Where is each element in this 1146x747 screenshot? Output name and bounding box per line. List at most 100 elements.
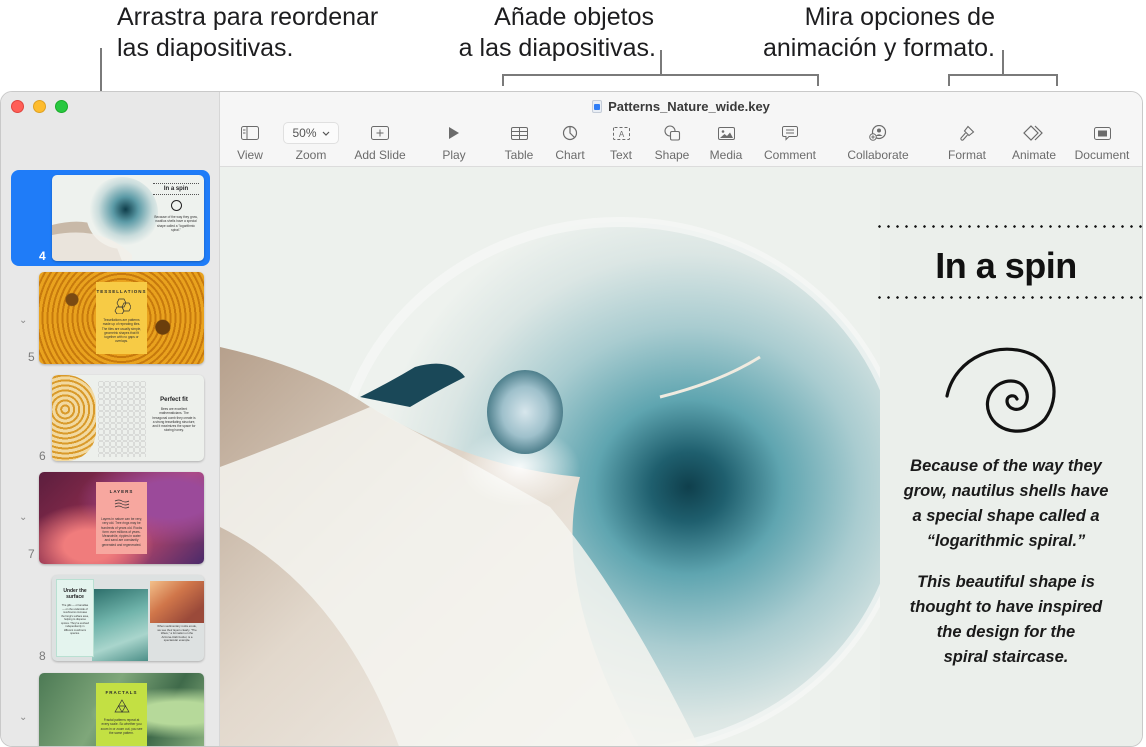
slide-thumbnail-8[interactable]: Under the surface The gills — or lamella… [52, 575, 204, 661]
wave-lines-icon [114, 499, 129, 509]
comment-button[interactable]: Comment [755, 122, 825, 162]
callout-bracket [948, 74, 1058, 76]
body-line: a special shape called a [912, 507, 1100, 525]
honeycomb-image [52, 375, 96, 461]
slide-thumbnail-9[interactable]: FRACTALS Fractal patterns repeat at ever… [39, 673, 204, 746]
canyon-image [150, 581, 204, 623]
zoom-control[interactable]: 50% Zoom [276, 122, 346, 162]
callout-reorder-slides: Arrastra para reordenar las diapositivas… [117, 2, 378, 64]
document-icon [1093, 122, 1111, 144]
media-button[interactable]: Media [691, 122, 761, 162]
slide-number: 4 [39, 249, 46, 263]
slide-text-area[interactable]: In a spin Because of the way they grow, … [875, 167, 1142, 746]
callout-text: a las diapositivas. [458, 34, 656, 62]
collapse-chevron-icon[interactable]: ⌄ [19, 512, 27, 523]
slide-number: 6 [39, 449, 46, 463]
slide-6-body: Bees are excellent mathematicians. The h… [152, 407, 196, 433]
toolbar: Patterns_Nature_wide.key View 50% Zoom A… [220, 92, 1142, 167]
chevron-down-icon [322, 131, 329, 136]
paintbrush-icon [959, 122, 975, 144]
slide-number: 5 [28, 350, 35, 364]
callout-bracket [817, 74, 819, 86]
slide-6-text-area: Perfect fit Bees are excellent mathemati… [148, 393, 200, 433]
slide-canvas[interactable]: In a spin Because of the way they grow, … [220, 167, 1142, 746]
callout-animation-format: Mira opciones de animación y formato. [720, 2, 995, 64]
slide-7-card: LAYERS Layers in nature can be very, ver… [96, 482, 147, 554]
collaborate-button[interactable]: Collaborate [843, 122, 913, 162]
callout-text: animación y formato. [762, 34, 995, 62]
collaborate-label: Collaborate [847, 148, 909, 162]
format-button[interactable]: Format [932, 122, 1002, 162]
table-icon [510, 122, 528, 144]
callout-add-objects: Añade objetos a las diapositivas. [432, 2, 656, 64]
media-label: Media [709, 148, 743, 162]
callout-bracket [502, 74, 504, 86]
comment-label: Comment [763, 148, 816, 162]
slide-body-paragraph-2[interactable]: This beautiful shape is thought to have … [875, 570, 1137, 670]
animate-button[interactable]: Animate [999, 122, 1069, 162]
add-slide-label: Add Slide [354, 148, 406, 162]
play-button[interactable]: Play [419, 122, 489, 162]
comment-icon [782, 122, 798, 144]
view-label: View [237, 148, 263, 162]
play-label: Play [442, 148, 466, 162]
document-button[interactable]: Document [1067, 122, 1137, 162]
minimize-window-button[interactable] [33, 100, 46, 113]
slide-7-body: Layers in nature can be very, very old. … [100, 517, 143, 547]
play-icon [448, 122, 460, 144]
slide-5-title: TESSELLATIONS [96, 289, 147, 294]
spiral-icon[interactable] [945, 337, 1065, 437]
callout-text: Añade objetos [494, 3, 654, 31]
slide-6-title: Perfect fit [160, 397, 188, 403]
slide-thumbnail-4[interactable]: In a spin Because of the way they grow, … [52, 175, 204, 261]
maximize-window-button[interactable] [55, 100, 68, 113]
collaborate-icon [869, 122, 887, 144]
hexagon-icon [114, 298, 131, 314]
callout-bracket [1056, 74, 1058, 86]
format-label: Format [947, 148, 986, 162]
diamond-icon [1023, 122, 1045, 144]
leaf-image [92, 589, 148, 661]
document-name: Patterns_Nature_wide.key [608, 99, 770, 114]
plus-square-icon [371, 122, 389, 144]
callout-text: Arrastra para reordenar [117, 3, 379, 31]
chart-label: Chart [555, 148, 585, 162]
slide-5-card: TESSELLATIONS Tessellations are patterns… [96, 282, 147, 354]
callout-bracket [502, 74, 819, 76]
keynote-window: 4 In a spin Because of the way they grow… [0, 91, 1143, 747]
slide-9-title: FRACTALS [105, 690, 138, 695]
collapse-chevron-icon[interactable]: ⌄ [19, 315, 27, 326]
slide-body-paragraph-1[interactable]: Because of the way they grow, nautilus s… [875, 454, 1137, 554]
callout-text: Mira opciones de [804, 3, 995, 31]
window-controls [11, 100, 68, 113]
slide-navigator[interactable]: 4 In a spin Because of the way they grow… [1, 92, 220, 746]
shapes-icon [663, 122, 681, 144]
callout-leader-line [1002, 50, 1004, 75]
slide-8-card: Under the surface The gills — or lamella… [56, 579, 94, 657]
slide-9-body: Fractal patterns repeat at every scale. … [100, 718, 143, 735]
slide-thumbnail-7[interactable]: LAYERS Layers in nature can be very, ver… [39, 472, 204, 564]
shape-label: Shape [654, 148, 690, 162]
body-line: “logarithmic spiral.” [926, 532, 1086, 550]
slide-8-body-2: When sedimentary rocks erode, we see the… [157, 624, 197, 643]
sidebar-icon [241, 122, 259, 144]
body-line: thought to have inspired [909, 598, 1103, 616]
slide-8-body: The gills — or lamellae — on the undersi… [61, 604, 89, 635]
hexagon-pattern [98, 381, 146, 457]
body-line: Because of the way they [910, 457, 1102, 475]
slide-thumbnail-5[interactable]: TESSELLATIONS Tessellations are patterns… [39, 272, 204, 364]
slide-thumbnail-6[interactable]: Perfect fit Bees are excellent mathemati… [52, 375, 204, 461]
slide-4-text-area: In a spin Because of the way they grow, … [148, 179, 204, 232]
zoom-label: Zoom [295, 148, 327, 162]
close-window-button[interactable] [11, 100, 24, 113]
callout-text: las diapositivas. [117, 34, 294, 62]
nautilus-shell-image[interactable] [220, 167, 880, 746]
add-slide-button[interactable]: Add Slide [345, 122, 415, 162]
slide-4-title: In a spin [163, 186, 189, 192]
slide-title[interactable]: In a spin [875, 245, 1137, 287]
collapse-chevron-icon[interactable]: ⌄ [19, 712, 27, 723]
view-button[interactable]: View [215, 122, 285, 162]
body-line: This beautiful shape is [917, 573, 1095, 591]
slide-9-card: FRACTALS Fractal patterns repeat at ever… [96, 683, 147, 746]
zoom-select[interactable]: 50% [283, 122, 339, 144]
